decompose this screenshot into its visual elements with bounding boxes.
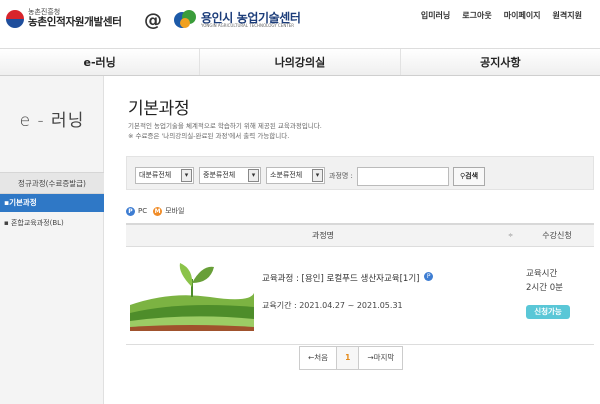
pc-label: PC: [138, 207, 148, 215]
table-row: 교육과정 : [용인] 로컬푸드 생산자교육[1기] P 교육기간 : 2021…: [126, 247, 594, 345]
course-name-label: 과정명 :: [329, 172, 353, 180]
chevron-down-icon: ▾: [312, 169, 323, 182]
edu-time-value: 2시간 0분: [526, 283, 563, 293]
course-thumbnail[interactable]: [130, 257, 254, 331]
main-nav: e-러닝 나의강의실 공지사항: [0, 48, 600, 76]
top-link-learning[interactable]: 입미러닝: [415, 10, 456, 21]
column-header-apply: 수강신청: [542, 231, 572, 240]
org-name: 농촌인적자원개발센터: [28, 15, 122, 28]
page-title: 기본과정: [128, 99, 190, 119]
apply-button[interactable]: 신청가능: [526, 305, 570, 319]
table-header: 과정명 ≑ 수강신청: [126, 225, 594, 247]
sidebar-item-basic[interactable]: ▪기본과정: [0, 194, 104, 212]
first-page-button[interactable]: ←처음: [299, 346, 338, 370]
farm-field-image: [130, 257, 254, 331]
course-period: 교육기간 : 2021.04.27 ~ 2021.05.31: [262, 301, 403, 310]
pc-icon: P: [126, 206, 135, 216]
course-title-text: 교육과정 : [용인] 로컬푸드 생산자교육[1기]: [262, 274, 420, 284]
column-header-course: 과정명: [311, 231, 335, 240]
sidebar: e - 러닝 정규과정(수료증발급) ▪기본과정 ▪ 혼합교육과정(BL): [0, 76, 104, 404]
partner-english-name: YONGIN AGRICULTURAL TECHNOLOGY CENTER: [201, 23, 295, 29]
at-sign: @: [144, 10, 162, 31]
pagination: ←처음 1 →마지막: [299, 346, 404, 370]
chevron-down-icon: ▾: [248, 169, 259, 182]
edu-time-label: 교육시간: [526, 269, 558, 279]
nav-elearning[interactable]: e-러닝: [0, 49, 201, 75]
device-legend: P PC M 모바일: [126, 206, 184, 216]
mobile-label: 모바일: [165, 207, 185, 215]
rda-logo[interactable]: 농촌진흥청 농촌인적자원개발센터: [6, 8, 122, 28]
main-content: 기본과정 기본적인 농업기술을 체계적으로 학습하기 위해 제공된 교육과정입니…: [126, 76, 594, 404]
search-filter-box: 대분류전체 ▾ 중분류전체 ▾ 소분류전체 ▾ 과정명 : ⚲검색: [126, 156, 594, 190]
course-name-input[interactable]: [357, 167, 449, 186]
search-button-label: 검색: [465, 172, 479, 180]
chevron-down-icon: ▾: [181, 169, 192, 182]
course-table: 과정명 ≑ 수강신청 교육과정 : [용인] 로컬푸드 생산자교육[1기] P …: [126, 223, 594, 345]
certificate-note: ※ 수료증은 '나의강의실-완료된 과정'에서 출력 가능합니다.: [128, 132, 290, 140]
nav-my-classroom[interactable]: 나의강의실: [200, 49, 401, 75]
search-button[interactable]: ⚲검색: [453, 167, 485, 186]
pc-badge-icon: P: [424, 272, 434, 281]
top-link-remote-support[interactable]: 원격지원: [547, 10, 588, 21]
minor-category-value: 소분류전체: [270, 171, 303, 179]
sort-icon[interactable]: ≑: [508, 225, 513, 247]
site-header: 농촌진흥청 농촌인적자원개발센터 @ 용인시 농업기술센터 YONGIN AGR…: [0, 0, 600, 48]
top-link-mypage[interactable]: 마이페이지: [498, 10, 547, 21]
sidebar-item-blended[interactable]: ▪ 혼합교육과정(BL): [0, 214, 104, 232]
page-description: 기본적인 농업기술을 체계적으로 학습하기 위해 제공된 교육과정입니다.: [128, 122, 322, 130]
major-category-value: 대분류전체: [139, 171, 172, 179]
top-links: 입미러닝 로그아웃 마이페이지 원격지원: [415, 10, 588, 21]
minor-category-select[interactable]: 소분류전체 ▾: [266, 167, 325, 184]
major-category-select[interactable]: 대분류전체 ▾: [135, 167, 194, 184]
course-title-link[interactable]: 교육과정 : [용인] 로컬푸드 생산자교육[1기] P: [262, 272, 434, 284]
page-number-current[interactable]: 1: [336, 346, 360, 370]
nav-notice[interactable]: 공지사항: [401, 49, 600, 75]
top-link-logout[interactable]: 로그아웃: [456, 10, 497, 21]
government-emblem-icon: [6, 9, 24, 28]
last-page-button[interactable]: →마지막: [358, 346, 404, 370]
yongin-emblem-icon: [174, 10, 198, 30]
middle-category-select[interactable]: 중분류전체 ▾: [199, 167, 261, 184]
middle-category-value: 중분류전체: [203, 171, 236, 179]
sidebar-title: e - 러닝: [19, 111, 85, 131]
sidebar-group-regular[interactable]: 정규과정(수료증발급): [0, 172, 104, 194]
mobile-icon: M: [153, 206, 163, 216]
yongin-logo[interactable]: 용인시 농업기술센터 YONGIN AGRICULTURAL TECHNOLOG…: [174, 10, 301, 30]
